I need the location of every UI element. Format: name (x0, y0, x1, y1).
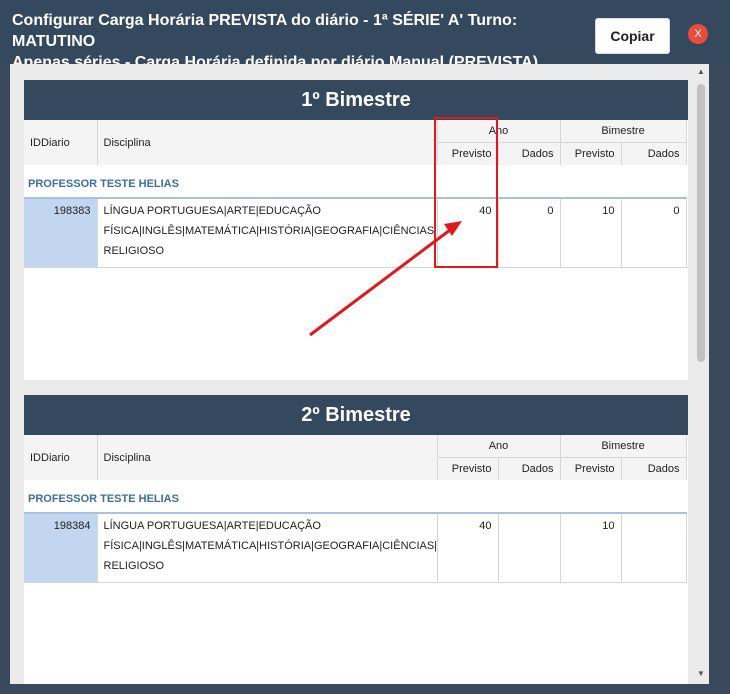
config-dialog: Configurar Carga Horária PREVISTA do diá… (0, 0, 730, 694)
annotation-arrow-icon (309, 221, 462, 337)
